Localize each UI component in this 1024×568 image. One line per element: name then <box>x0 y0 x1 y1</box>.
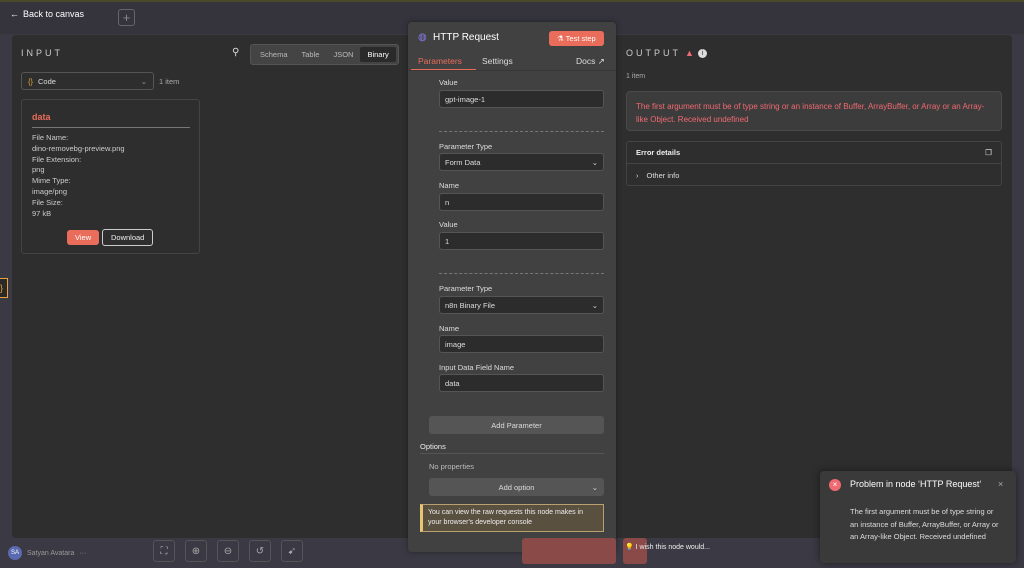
output-header: OUTPUT ▲ i <box>626 48 707 58</box>
delete-button[interactable] <box>623 538 647 564</box>
error-toast: × Problem in node ‘HTTP Request‘ × The f… <box>820 471 1016 563</box>
user-name: Satyan Avatara <box>27 549 75 557</box>
tab-parameters[interactable]: Parameters <box>418 56 462 66</box>
external-link-icon: ↗ <box>597 56 605 66</box>
value-input[interactable]: 1 <box>439 232 604 250</box>
add-node-button[interactable]: + <box>118 9 135 26</box>
field-label: Name <box>439 181 460 190</box>
input-node-select[interactable]: {} Code ⌄ <box>21 72 154 90</box>
field-label: Name <box>439 324 460 333</box>
search-icon[interactable]: ⚲ <box>232 47 239 58</box>
field-label: Parameter Type <box>439 142 493 151</box>
tidy-icon[interactable]: ➹ <box>281 540 303 562</box>
binary-metadata: File Name: dino-removebg-preview.png File… <box>32 133 125 219</box>
avatar: SA <box>8 546 22 560</box>
error-details-title: Error details <box>636 148 681 157</box>
field-label: Input Data Field Name <box>439 363 515 372</box>
zoom-in-icon[interactable]: ⊕ <box>185 540 207 562</box>
download-button[interactable]: Download <box>102 229 154 246</box>
execute-button[interactable] <box>522 538 616 564</box>
parameter-type-select[interactable]: n8n Binary File ⌄ <box>439 296 604 314</box>
name-input[interactable]: n <box>439 193 604 211</box>
toast-message: The first argument must be of type strin… <box>850 507 999 541</box>
undo-icon[interactable]: ↺ <box>249 540 271 562</box>
error-details-panel: Error details ❐ › Other info <box>626 141 1002 186</box>
canvas-controls: ⛶ ⊕ ⊖ ↺ ➹ <box>153 540 303 562</box>
field-value: dino-removebg-preview.png <box>32 143 125 153</box>
flask-icon: ⚗ <box>557 34 566 43</box>
input-view-tabs: Schema Table JSON Binary <box>250 44 399 65</box>
http-request-node-panel: ◍ HTTP Request ⚗ Test step Parameters Se… <box>408 22 616 552</box>
field-label: Parameter Type <box>439 284 493 293</box>
tab-schema[interactable]: Schema <box>253 47 295 62</box>
chevron-down-icon: ⌄ <box>591 157 598 167</box>
divider <box>439 131 604 132</box>
fit-view-icon[interactable]: ⛶ <box>153 540 175 562</box>
chevron-down-icon: ⌄ <box>591 482 598 492</box>
add-option-button[interactable]: Add option ⌄ <box>429 478 604 496</box>
add-parameter-button[interactable]: Add Parameter <box>429 416 604 434</box>
input-title: INPUT <box>21 48 63 58</box>
parameter-type-select[interactable]: Form Data ⌄ <box>439 153 604 171</box>
binary-data-card: data File Name: dino-removebg-preview.png… <box>21 99 200 254</box>
binary-name: data <box>32 112 51 122</box>
tab-binary[interactable]: Binary <box>360 47 396 62</box>
node-title[interactable]: HTTP Request <box>433 32 499 43</box>
error-icon: × <box>829 479 841 491</box>
tab-json[interactable]: JSON <box>326 47 360 62</box>
options-label: Options <box>420 442 446 451</box>
chevron-right-icon: › <box>636 170 639 180</box>
more-icon[interactable]: ··· <box>79 550 86 557</box>
globe-icon: ◍ <box>418 32 427 43</box>
arrow-left-icon: ← <box>10 9 19 19</box>
field-value: image/png <box>32 186 68 196</box>
name-input[interactable]: image <box>439 335 604 353</box>
no-properties-text: No properties <box>429 462 475 471</box>
input-item-count: 1 item <box>159 77 180 86</box>
field-value: 97 kB <box>32 208 52 218</box>
chevron-down-icon: ⌄ <box>140 76 147 86</box>
docs-link[interactable]: Docs ↗ <box>576 56 605 67</box>
zoom-out-icon[interactable]: ⊖ <box>217 540 239 562</box>
view-button[interactable]: View <box>67 230 100 245</box>
output-title: OUTPUT <box>626 48 681 58</box>
field-label: Mime Type: <box>32 176 71 186</box>
input-data-field-name-input[interactable]: data <box>439 374 604 392</box>
other-info-toggle[interactable]: › Other info <box>627 164 1001 186</box>
value-input[interactable]: gpt-image-1 <box>439 90 604 108</box>
tab-table[interactable]: Table <box>295 47 327 62</box>
feedback-link[interactable]: 💡 I wish this node would... <box>625 543 710 551</box>
tab-settings[interactable]: Settings <box>482 56 513 66</box>
close-icon[interactable]: × <box>998 479 1003 489</box>
toast-title: Problem in node ‘HTTP Request‘ <box>850 479 982 489</box>
code-node-icon[interactable]: } <box>0 278 8 298</box>
back-to-canvas-button[interactable]: ← Back to canvas <box>10 9 84 19</box>
divider <box>439 273 604 274</box>
field-value: png <box>32 165 45 175</box>
field-label: File Extension: <box>32 154 82 164</box>
lightbulb-icon: 💡 <box>625 544 634 551</box>
test-step-button[interactable]: ⚗ Test step <box>549 31 604 46</box>
info-icon[interactable]: i <box>697 48 707 58</box>
chevron-down-icon: ⌄ <box>591 300 598 310</box>
user-menu[interactable]: SA Satyan Avatara ··· <box>8 546 86 560</box>
field-label: Value <box>439 220 458 229</box>
warning-icon: ▲ <box>685 48 694 58</box>
hint-callout: You can view the raw requests this node … <box>420 504 604 532</box>
field-label: Value <box>439 78 458 87</box>
output-item-count: 1 item <box>626 73 646 80</box>
divider <box>32 127 190 128</box>
error-message: The first argument must be of type strin… <box>626 91 1002 131</box>
field-label: File Name: <box>32 133 69 142</box>
copy-icon[interactable]: ❐ <box>985 148 992 157</box>
field-label: File Size: <box>32 197 63 207</box>
code-icon: {} <box>28 76 34 86</box>
